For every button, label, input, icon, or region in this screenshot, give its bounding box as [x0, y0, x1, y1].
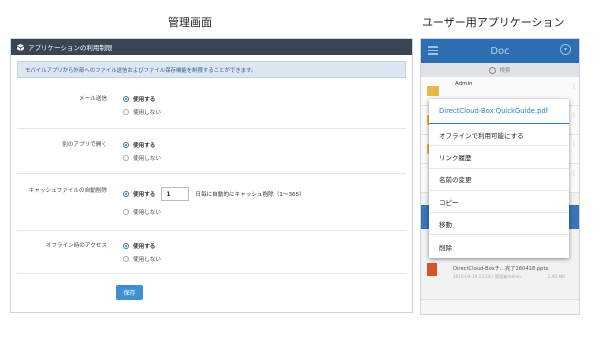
chevron-down-icon[interactable]: ▾: [560, 44, 571, 55]
menu-item-link-history[interactable]: リンク履歴: [429, 146, 569, 169]
option-label: 使用しない: [133, 110, 161, 116]
radio-offline-enable[interactable]: 使用する: [123, 242, 155, 250]
context-menu-title: DirectCloud-Box QuickGuide.pdf: [429, 99, 569, 124]
radio-selected-icon: [123, 96, 129, 102]
file-meta: 2016-04-19 13:18 / 管理者Admin: [453, 274, 521, 279]
menu-item-rename[interactable]: 名前の変更: [429, 169, 569, 191]
setting-label: オフライン時のアクセス: [45, 243, 107, 249]
more-options-icon[interactable]: ⋮: [571, 171, 577, 177]
panel-header: アプリケーションの利用制限: [11, 39, 412, 55]
app-bar: Doc ▾: [421, 39, 579, 63]
more-options-icon[interactable]: ⋮: [571, 142, 577, 148]
admin-panel: アプリケーションの利用制限 モバイルアプリから外部へのファイル送信およびファイル…: [10, 38, 413, 313]
option-label: 使用しない: [133, 257, 161, 263]
context-menu: DirectCloud-Box QuickGuide.pdf オフラインで利用可…: [429, 99, 569, 258]
folder-icon: [427, 86, 439, 96]
radio-empty-icon: [123, 209, 129, 215]
radio-selected-icon: [123, 191, 129, 197]
app-title: Doc: [490, 45, 510, 57]
radio-open-disable[interactable]: 使用しない: [123, 154, 161, 162]
option-label: 使用しない: [133, 210, 161, 216]
radio-empty-icon: [123, 155, 129, 161]
setting-open-other-app: 別のアプリで開く 使用する 使用しない: [17, 129, 406, 174]
cache-days-suffix: 日毎に自動的にキャッシュ削除（1〜365）: [195, 192, 305, 198]
setting-cache-delete: キャッシュファイルの自動削除 使用する 1 日毎に自動的にキャッシュ削除（1〜3…: [17, 174, 406, 231]
radio-empty-icon: [123, 109, 129, 115]
menu-item-move[interactable]: 移動: [429, 213, 569, 236]
file-name[interactable]: DirectCloud-Boxチ…完了160418.pptx: [453, 265, 549, 272]
search-placeholder: 検索: [499, 68, 511, 74]
panel-title: アプリケーションの利用制限: [28, 44, 113, 52]
setting-label: メール送信: [79, 96, 107, 102]
admin-caption: 管理画面: [168, 16, 212, 29]
cache-days-input[interactable]: 1: [161, 187, 190, 201]
radio-offline-disable[interactable]: 使用しない: [123, 255, 161, 263]
bottom-toolbar: [421, 299, 579, 314]
radio-cache-disable[interactable]: 使用しない: [123, 208, 161, 216]
search-icon: [489, 66, 497, 74]
option-label: 使用する: [133, 143, 156, 149]
radio-selected-icon: [123, 142, 129, 148]
menu-item-copy[interactable]: コピー: [429, 191, 569, 214]
option-label: 使用する: [133, 97, 156, 103]
user-app-caption: ユーザー用アプリケーション: [422, 16, 565, 29]
more-options-icon[interactable]: ⋮: [571, 113, 577, 119]
radio-open-enable[interactable]: 使用する: [123, 141, 155, 149]
radio-empty-icon: [123, 256, 129, 262]
search-bar[interactable]: 検索: [421, 63, 579, 77]
option-label: 使用する: [133, 192, 156, 198]
setting-offline-access: オフライン時のアクセス 使用する 使用しない: [17, 231, 406, 274]
radio-mail-enable[interactable]: 使用する: [123, 95, 155, 103]
setting-mail: メール送信 使用する 使用しない: [17, 87, 406, 129]
save-button[interactable]: 保存: [116, 285, 143, 300]
hamburger-menu-icon[interactable]: [428, 46, 438, 55]
radio-selected-icon: [123, 243, 129, 249]
setting-label: キャッシュファイルの自動削除: [28, 188, 107, 194]
cube-icon: [17, 43, 24, 51]
radio-mail-disable[interactable]: 使用しない: [123, 108, 161, 116]
more-options-icon[interactable]: ⋮: [571, 84, 577, 90]
menu-item-delete[interactable]: 削除: [429, 235, 569, 257]
setting-label: 別のアプリで開く: [62, 142, 107, 148]
option-label: 使用する: [133, 244, 156, 250]
info-banner: モバイルアプリから外部へのファイル送信およびファイル保存機能を制限することができ…: [17, 61, 406, 78]
file-size: 2.93 MB: [547, 274, 565, 279]
file-name: Admin: [455, 81, 473, 87]
pptx-file-icon: [427, 263, 437, 276]
radio-cache-enable[interactable]: 使用する 1 日毎に自動的にキャッシュ削除（1〜365）: [123, 187, 305, 201]
option-label: 使用しない: [133, 156, 161, 162]
menu-item-offline[interactable]: オフラインで利用可能にする: [429, 124, 569, 147]
